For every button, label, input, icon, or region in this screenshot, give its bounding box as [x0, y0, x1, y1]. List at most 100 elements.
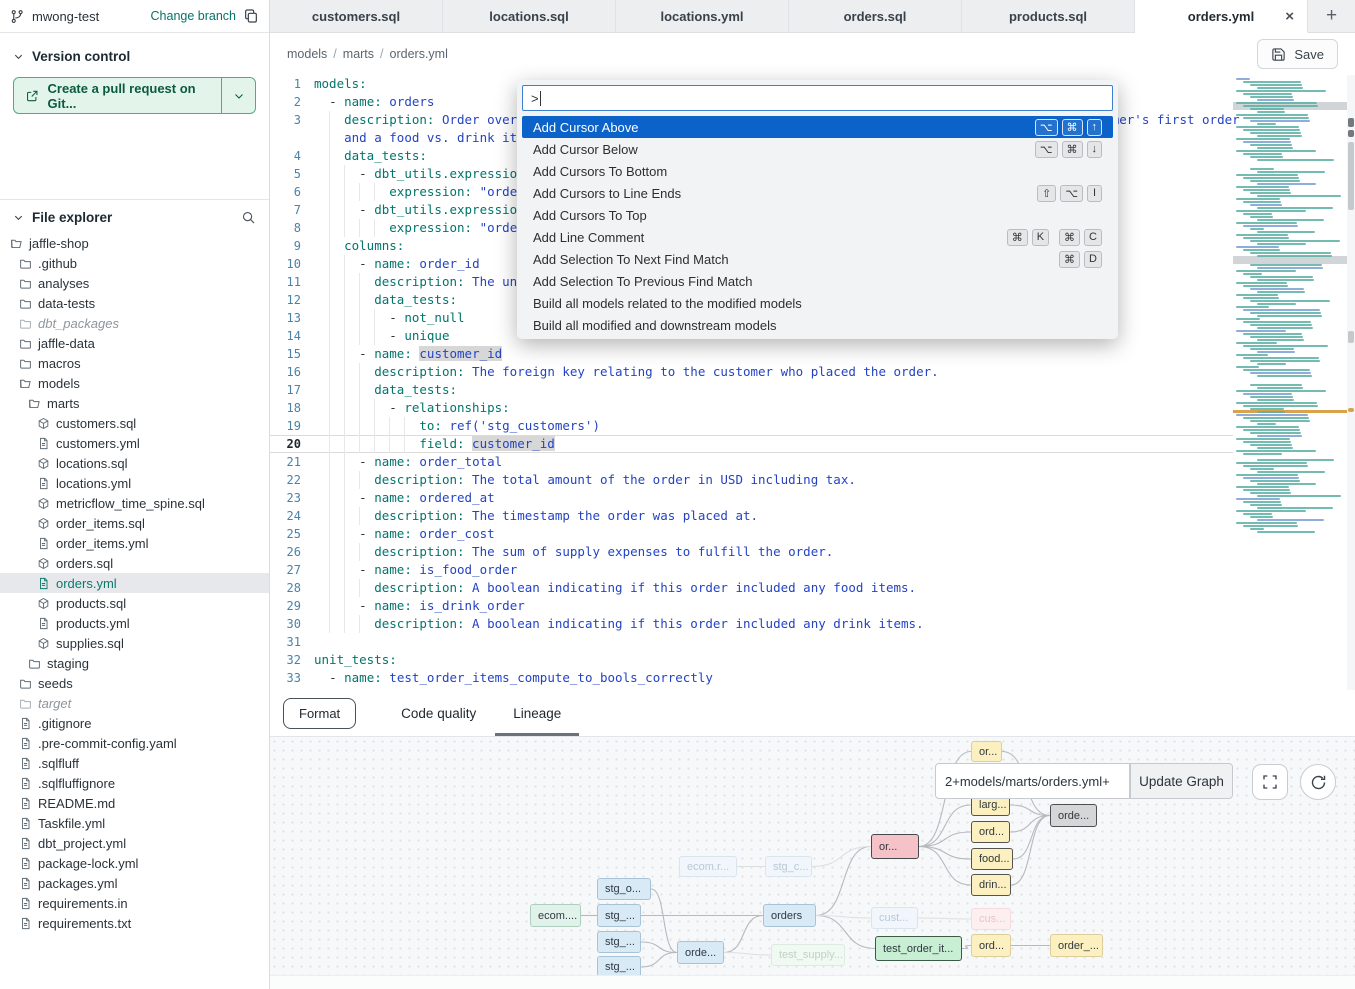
file-item-sqlfluff[interactable]: .sqlfluff: [0, 753, 269, 773]
lineage-node-ecom_src[interactable]: ecom....: [530, 904, 581, 927]
lineage-node-or_pink[interactable]: or...: [871, 834, 919, 859]
palette-item-add-selection-to-next-find-match[interactable]: Add Selection To Next Find Match⌘D: [522, 248, 1113, 270]
tab-customers-sql[interactable]: customers.sql: [270, 0, 443, 33]
breadcrumb-item-marts[interactable]: marts: [343, 47, 374, 61]
file-item-staging[interactable]: staging: [0, 653, 269, 673]
change-branch-link[interactable]: Change branch: [151, 9, 236, 23]
file-item-products-yml[interactable]: products.yml: [0, 613, 269, 633]
editor-scrollbar[interactable]: [1347, 75, 1355, 690]
breadcrumb-item-orders-yml[interactable]: orders.yml: [390, 47, 448, 61]
version-control-header[interactable]: Version control: [13, 44, 256, 68]
lineage-node-order_r[interactable]: order_...: [1050, 934, 1103, 957]
format-button[interactable]: Format: [283, 698, 356, 729]
file-item-data-tests[interactable]: data-tests: [0, 293, 269, 313]
scrollbar-thumb[interactable]: [1348, 118, 1354, 127]
file-item-sqlfluffignore[interactable]: .sqlfluffignore: [0, 773, 269, 793]
command-palette-input[interactable]: >: [522, 85, 1113, 111]
file-item-seeds[interactable]: seeds: [0, 673, 269, 693]
file-item-customers-yml[interactable]: customers.yml: [0, 433, 269, 453]
palette-item-add-cursors-to-line-ends[interactable]: Add Cursors to Line Ends⇧⌥I: [522, 182, 1113, 204]
lineage-node-ecom_r_faded[interactable]: ecom.r...: [679, 856, 737, 877]
copy-icon[interactable]: [243, 8, 259, 24]
file-item-jaffle-shop[interactable]: jaffle-shop: [0, 233, 269, 253]
refresh-button[interactable]: [1300, 764, 1336, 800]
palette-item-add-cursor-above[interactable]: Add Cursor Above⌥⌘↑: [522, 116, 1113, 138]
file-item-metricflow-time-spine-sql[interactable]: metricflow_time_spine.sql: [0, 493, 269, 513]
file-item-locations-yml[interactable]: locations.yml: [0, 473, 269, 493]
lineage-node-test_supply_faded[interactable]: test_supply...: [771, 944, 845, 966]
panel-tab-lineage[interactable]: Lineage: [513, 690, 561, 736]
lineage-node-stg_2[interactable]: stg_...: [597, 931, 641, 953]
file-item-requirements-in[interactable]: requirements.in: [0, 893, 269, 913]
tab-locations-sql[interactable]: locations.sql: [443, 0, 616, 33]
file-item-pre-commit-config-yaml[interactable]: .pre-commit-config.yaml: [0, 733, 269, 753]
file-item-order-items-yml[interactable]: order_items.yml: [0, 533, 269, 553]
scrollbar-thumb[interactable]: [1348, 331, 1354, 343]
tab-orders-yml[interactable]: orders.yml×: [1135, 0, 1308, 33]
file-item-target[interactable]: target: [0, 693, 269, 713]
file-item-orders-sql[interactable]: orders.sql: [0, 553, 269, 573]
scrollbar-thumb[interactable]: [1348, 130, 1354, 137]
file-item-products-sql[interactable]: products.sql: [0, 593, 269, 613]
tab-products-sql[interactable]: products.sql: [962, 0, 1135, 33]
lineage-node-or_y_top[interactable]: or...: [971, 741, 1002, 762]
file-item-macros[interactable]: macros: [0, 353, 269, 373]
panel-tab-code-quality[interactable]: Code quality: [401, 690, 476, 736]
file-item-models[interactable]: models: [0, 373, 269, 393]
lineage-selector-input[interactable]: 2+models/marts/orders.yml+: [935, 763, 1130, 799]
lineage-node-stg_c_faded[interactable]: stg_c...: [765, 856, 812, 877]
palette-item-add-cursor-below[interactable]: Add Cursor Below⌥⌘↓: [522, 138, 1113, 160]
palette-item-add-cursors-to-top[interactable]: Add Cursors To Top: [522, 204, 1113, 226]
file-item-gitignore[interactable]: .gitignore: [0, 713, 269, 733]
palette-item-build-all-modified-and-downstream-models[interactable]: Build all modified and downstream models: [522, 314, 1113, 336]
new-tab-button[interactable]: +: [1308, 0, 1355, 33]
file-item-supplies-sql[interactable]: supplies.sql: [0, 633, 269, 653]
search-icon[interactable]: [241, 210, 256, 225]
lineage-node-cust_faded[interactable]: cust...: [871, 907, 918, 929]
lineage-node-stg_o[interactable]: stg_o...: [597, 878, 651, 900]
fullscreen-button[interactable]: [1252, 764, 1288, 800]
tab-locations-yml[interactable]: locations.yml: [616, 0, 789, 33]
file-item-requirements-txt[interactable]: requirements.txt: [0, 913, 269, 933]
lineage-node-orde_gray[interactable]: orde...: [1050, 804, 1097, 827]
file-item-customers-sql[interactable]: customers.sql: [0, 413, 269, 433]
file-item-locations-sql[interactable]: locations.sql: [0, 453, 269, 473]
lineage-node-ord_2[interactable]: ord...: [971, 934, 1011, 957]
lineage-node-test_order[interactable]: test_order_it...: [875, 936, 962, 961]
lineage-node-orde_mid[interactable]: orde...: [677, 941, 724, 964]
create-pr-main[interactable]: Create a pull request on Git...: [14, 78, 221, 113]
scrollbar-thumb[interactable]: [1348, 142, 1354, 210]
file-item-marts[interactable]: marts: [0, 393, 269, 413]
horizontal-scroll-strip[interactable]: [270, 975, 1355, 989]
file-item-dbt-packages[interactable]: dbt_packages: [0, 313, 269, 333]
file-item-order-items-sql[interactable]: order_items.sql: [0, 513, 269, 533]
lineage-node-cus_pink_faded[interactable]: cus...: [971, 908, 1011, 930]
file-item-taskfile-yml[interactable]: Taskfile.yml: [0, 813, 269, 833]
lineage-node-orders[interactable]: orders: [763, 904, 816, 927]
save-button[interactable]: Save: [1257, 39, 1338, 69]
file-item-github[interactable]: .github: [0, 253, 269, 273]
lineage-node-stg_1[interactable]: stg_...: [597, 904, 641, 927]
lineage-node-ord_1[interactable]: ord...: [971, 821, 1010, 843]
palette-item-add-cursors-to-bottom[interactable]: Add Cursors To Bottom: [522, 160, 1113, 182]
close-icon[interactable]: ×: [1285, 9, 1294, 24]
palette-item-add-selection-to-previous-find-match[interactable]: Add Selection To Previous Find Match: [522, 270, 1113, 292]
file-item-readme-md[interactable]: README.md: [0, 793, 269, 813]
lineage-node-stg_3[interactable]: stg_...: [597, 956, 641, 975]
lineage-node-food[interactable]: food...: [971, 848, 1013, 870]
tab-orders-sql[interactable]: orders.sql: [789, 0, 962, 33]
lineage-node-drin[interactable]: drin...: [971, 874, 1011, 896]
scrollbar-thumb[interactable]: [1348, 408, 1354, 412]
minimap[interactable]: [1233, 78, 1347, 548]
file-item-orders-yml[interactable]: orders.yml: [0, 573, 269, 593]
update-graph-button[interactable]: Update Graph: [1130, 763, 1233, 799]
create-pr-button[interactable]: Create a pull request on Git...: [13, 77, 256, 114]
file-item-analyses[interactable]: analyses: [0, 273, 269, 293]
file-item-package-lock-yml[interactable]: package-lock.yml: [0, 853, 269, 873]
breadcrumb-item-models[interactable]: models: [287, 47, 327, 61]
file-item-jaffle-data[interactable]: jaffle-data: [0, 333, 269, 353]
palette-item-build-all-models-related-to-the-modified-models[interactable]: Build all models related to the modified…: [522, 292, 1113, 314]
file-item-dbt-project-yml[interactable]: dbt_project.yml: [0, 833, 269, 853]
file-explorer-header[interactable]: File explorer: [0, 200, 269, 231]
palette-item-add-line-comment[interactable]: Add Line Comment⌘K⌘C: [522, 226, 1113, 248]
